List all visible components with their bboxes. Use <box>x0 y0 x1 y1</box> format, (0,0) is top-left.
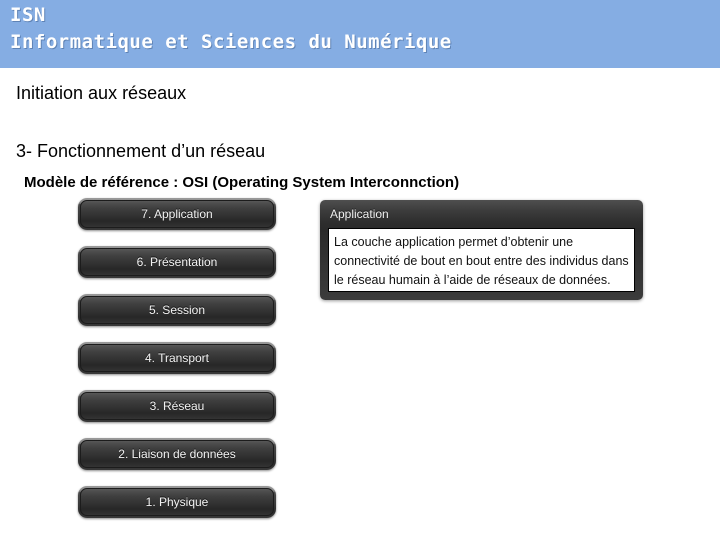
osi-layer-label: 6. Présentation <box>80 248 274 276</box>
osi-layer-label: 4. Transport <box>80 344 274 372</box>
osi-layer-label: 1. Physique <box>80 488 274 516</box>
header-title-acronym: ISN <box>10 4 46 26</box>
header-title-full: Informatique et Sciences du Numérique <box>10 31 452 53</box>
osi-layer-stack: 7. Application 6. Présentation 5. Sessio… <box>78 198 284 534</box>
osi-layer-button-4[interactable]: 4. Transport <box>78 342 276 374</box>
osi-layer-button-3[interactable]: 3. Réseau <box>78 390 276 422</box>
description-text-line: connectivité de bout en bout entre des i… <box>334 254 629 268</box>
osi-layer-button-5[interactable]: 5. Session <box>78 294 276 326</box>
osi-layer-button-6[interactable]: 6. Présentation <box>78 246 276 278</box>
osi-layer-button-2[interactable]: 2. Liaison de données <box>78 438 276 470</box>
description-text-line: La couche application permet d’obtenir u… <box>334 235 574 249</box>
osi-layer-label: 2. Liaison de données <box>80 440 274 468</box>
osi-layer-label: 5. Session <box>80 296 274 324</box>
header-band: ISN Informatique et Sciences du Numériqu… <box>0 0 720 68</box>
description-panel-body: La couche application permet d’obtenir u… <box>328 228 635 292</box>
osi-layer-button-7[interactable]: 7. Application <box>78 198 276 230</box>
description-panel-title: Application <box>330 207 389 221</box>
osi-layer-label: 7. Application <box>80 200 274 228</box>
slide-subtitle: Initiation aux réseaux <box>16 83 187 103</box>
model-reference-heading: Modèle de référence : OSI (Operating Sys… <box>24 174 460 191</box>
osi-layer-label: 3. Réseau <box>80 392 274 420</box>
layer-description-panel: Application La couche application permet… <box>320 200 643 300</box>
description-text-line: le réseau humain à l’aide de réseaux de … <box>334 273 611 287</box>
osi-layer-button-1[interactable]: 1. Physique <box>78 486 276 518</box>
section-heading: 3- Fonctionnement d’un réseau <box>16 141 266 161</box>
